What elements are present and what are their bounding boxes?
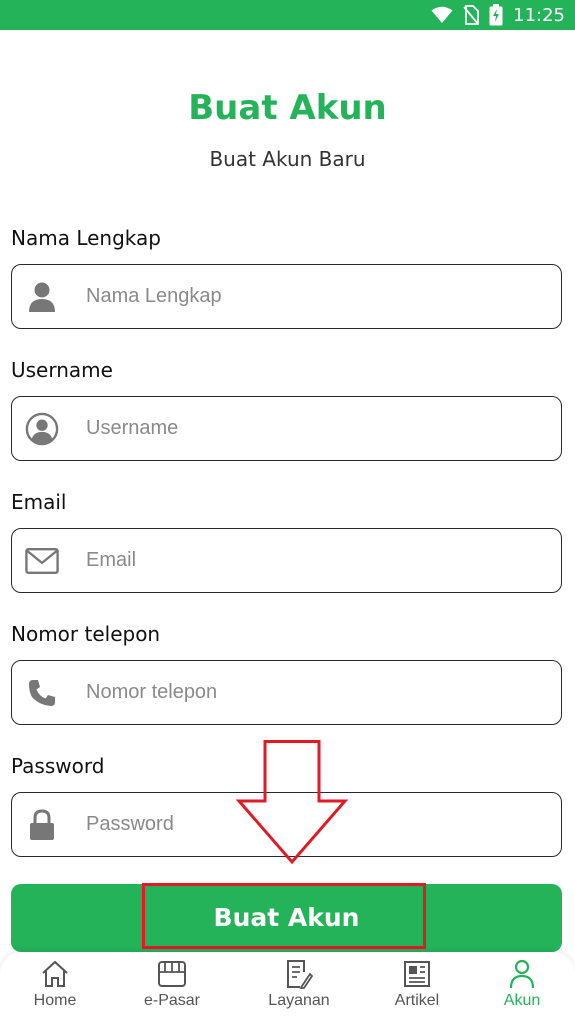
email-field[interactable] [11, 528, 562, 593]
phone-icon [25, 676, 59, 710]
no-sim-icon [463, 5, 480, 25]
phone-field[interactable] [11, 660, 562, 725]
username-input[interactable] [86, 397, 546, 459]
mail-icon [25, 544, 59, 578]
nav-item-layanan[interactable]: Layanan [249, 958, 349, 1018]
home-icon [42, 960, 68, 987]
full-name-field[interactable] [11, 264, 562, 329]
document-edit-icon [287, 960, 313, 989]
person-icon [25, 280, 59, 314]
wifi-icon [431, 6, 453, 23]
username-label: Username [11, 358, 113, 382]
status-icons: 11:25 [431, 0, 565, 30]
phone-input[interactable] [86, 661, 546, 723]
nav-label-artikel: Artikel [394, 992, 440, 1009]
username-field[interactable] [11, 396, 562, 461]
nav-label-home: Home [33, 992, 77, 1009]
nav-label-e-pasar: e-Pasar [143, 992, 201, 1009]
nav-item-artikel[interactable]: Artikel [367, 958, 467, 1018]
full-name-label: Nama Lengkap [11, 226, 161, 250]
email-input[interactable] [86, 529, 546, 591]
nav-item-home[interactable]: Home [5, 958, 105, 1018]
page-subtitle: Buat Akun Baru [209, 147, 366, 171]
nav-item-akun[interactable]: Akun [472, 958, 572, 1018]
page-title: Buat Akun [188, 88, 387, 128]
newspaper-icon [404, 961, 430, 987]
account-icon [509, 959, 535, 989]
lock-icon [25, 808, 59, 842]
password-input[interactable] [86, 793, 546, 855]
bottom-nav: Home e-Pasar Layanan Artikel Akun [0, 952, 575, 1023]
nav-label-akun: Akun [503, 992, 541, 1009]
create-account-button[interactable]: Buat Akun [11, 884, 562, 952]
store-icon [158, 961, 186, 987]
full-name-input[interactable] [86, 265, 546, 327]
status-time: 11:25 [513, 4, 565, 26]
nav-label-layanan: Layanan [268, 992, 330, 1009]
status-bar: 11:25 [0, 0, 575, 30]
account-circle-icon [25, 412, 59, 446]
password-label: Password [11, 754, 105, 778]
nav-item-e-pasar[interactable]: e-Pasar [122, 958, 222, 1018]
create-account-button-label: Buat Akun [213, 902, 360, 932]
phone-label: Nomor telepon [11, 622, 161, 646]
battery-charging-icon [489, 4, 503, 26]
password-field[interactable] [11, 792, 562, 857]
email-label: Email [11, 490, 67, 514]
